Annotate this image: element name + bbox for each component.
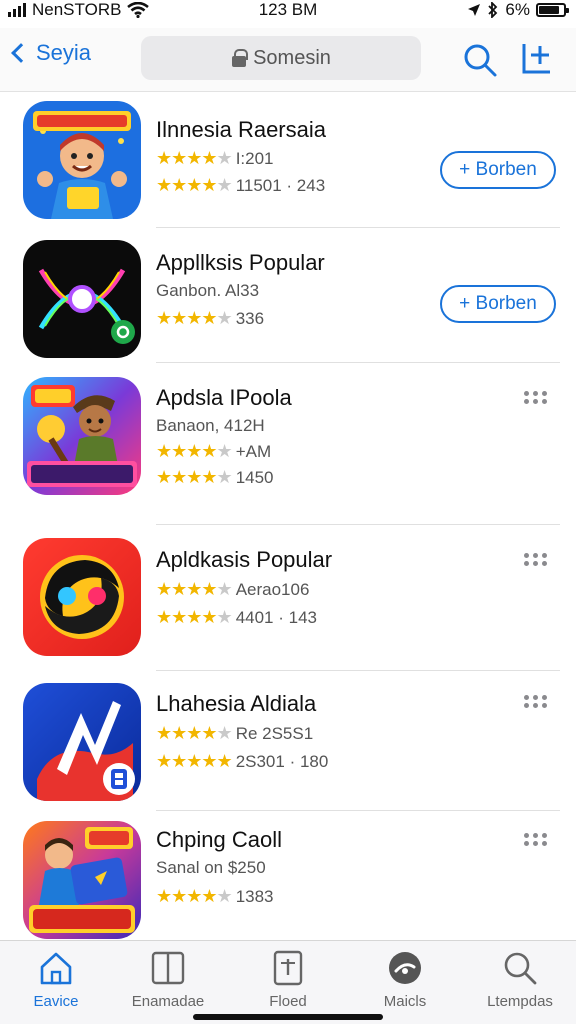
app-title: Apldkasis Popular: [156, 547, 333, 572]
app-meta-text: Banaon, 412H: [156, 416, 265, 435]
app-icon-neon-loop[interactable]: [23, 240, 141, 358]
list-item[interactable]: Ilnnesia Raersaia ★★★★★ I:201 ★★★★★ 1150…: [0, 93, 576, 228]
star-rating: ★★★★★: [156, 886, 233, 906]
list-item[interactable]: Apdsla IPoola Banaon, 412H ★★★★★ +AM ★★★…: [0, 363, 576, 525]
search-icon[interactable]: [462, 42, 498, 78]
tab-eavice[interactable]: Eavice: [6, 949, 106, 1010]
chevron-left-icon: [11, 43, 31, 63]
app-meta-line: Ganbon. Al33: [156, 281, 259, 301]
star-rating: ★★★★★: [156, 723, 233, 743]
star-rating: ★★★★★: [156, 467, 233, 487]
app-meta-line: Sanal on $250: [156, 858, 266, 878]
search-field[interactable]: Somesin: [141, 36, 421, 80]
app-meta-line: ★★★★★ +AM: [156, 441, 271, 462]
home-icon: [40, 952, 72, 985]
more-options-button[interactable]: [524, 833, 556, 849]
tab-label: Maicls: [383, 993, 427, 1010]
list-item[interactable]: Chping Caoll Sanal on $250 ★★★★★ 1383: [0, 811, 576, 941]
navigation-bar: Seyia Somesin: [0, 28, 576, 92]
more-options-button[interactable]: [524, 695, 556, 711]
home-indicator[interactable]: [193, 1014, 383, 1020]
app-meta-line: ★★★★★ Aerao106: [156, 579, 309, 600]
app-rating-line: ★★★★★ 1450: [156, 467, 274, 488]
add-to-list-icon[interactable]: [518, 40, 554, 76]
rating-count: 1450: [235, 467, 274, 487]
rating-count: 4401 · 143: [235, 607, 317, 627]
star-rating: ★★★★★: [156, 148, 233, 168]
app-title: Chping Caoll: [156, 827, 282, 852]
search-placeholder: Somesin: [253, 46, 331, 69]
app-rating-line: ★★★★★ 11501 · 243: [156, 175, 325, 196]
app-rating-line: ★★★★★ 1383: [156, 886, 274, 907]
more-options-button[interactable]: [524, 391, 556, 407]
app-meta-text: Re 2S5S1: [235, 723, 314, 743]
app-meta-text: Sanal on $250: [156, 858, 266, 877]
app-icon-cartoon-boy[interactable]: [23, 101, 141, 219]
app-meta-text: I:201: [235, 148, 274, 168]
app-meta-line: ★★★★★ I:201: [156, 148, 274, 169]
tab-bar: Eavice Enamadae Floed Maicls Ltempdas: [0, 940, 576, 1024]
app-rating-line: ★★★★★ 4401 · 143: [156, 607, 317, 628]
star-rating: ★★★★★: [156, 308, 233, 328]
rating-count: 1383: [235, 886, 274, 906]
back-label: Seyia: [36, 40, 92, 65]
tab-maicls[interactable]: Maicls: [355, 949, 455, 1010]
lock-icon: [231, 49, 249, 67]
list-item[interactable]: Lhahesia Aldiala ★★★★★ Re 2S5S1 ★★★★★ 2S…: [0, 671, 576, 811]
app-meta-line: Banaon, 412H: [156, 416, 265, 436]
get-button[interactable]: + Borben: [440, 285, 556, 323]
app-meta-text: +AM: [235, 441, 272, 461]
star-rating: ★★★★★: [156, 441, 233, 461]
star-rating: ★★★★★: [156, 175, 233, 195]
app-icon-letter-n[interactable]: [23, 683, 141, 801]
tab-enamadae[interactable]: Enamadae: [118, 949, 218, 1010]
list-item[interactable]: Appllksis Popular Ganbon. Al33 ★★★★★ 336…: [0, 228, 576, 363]
more-options-button[interactable]: [524, 553, 556, 569]
app-title: Lhahesia Aldiala: [156, 691, 317, 716]
document-icon: [273, 950, 303, 986]
app-title: Ilnnesia Raersaia: [156, 117, 326, 142]
gauge-icon: [389, 952, 421, 984]
tab-label: Enamadae: [131, 993, 205, 1010]
app-rating-line: ★★★★★ 2S301 · 180: [156, 751, 328, 772]
rating-count: 336: [235, 308, 265, 328]
app-title: Apdsla IPoola: [156, 385, 292, 410]
app-icon-cartoon-card[interactable]: [23, 821, 141, 939]
star-rating: ★★★★★: [156, 607, 233, 627]
book-icon: [151, 951, 185, 985]
app-icon-swirl-logo[interactable]: [23, 538, 141, 656]
status-right: 6%: [467, 0, 569, 20]
search-icon: [504, 952, 537, 985]
app-meta-line: ★★★★★ Re 2S5S1: [156, 723, 313, 744]
app-meta-text: Ganbon. Al33: [156, 281, 260, 300]
rating-count: 2S301 · 180: [235, 751, 329, 771]
status-bar: NenSTORB 123 BM 6%: [0, 0, 576, 22]
app-meta-text: Aerao106: [235, 579, 310, 599]
list-item[interactable]: Apldkasis Popular ★★★★★ Aerao106 ★★★★★ 4…: [0, 525, 576, 671]
back-button[interactable]: Seyia: [8, 40, 91, 66]
star-rating: ★★★★★: [156, 579, 233, 599]
app-title: Appllksis Popular: [156, 250, 325, 275]
bluetooth-icon: [488, 2, 498, 18]
app-rating-line: ★★★★★ 336: [156, 308, 264, 329]
tab-floed[interactable]: Floed: [238, 949, 338, 1010]
battery-icon: [536, 3, 569, 17]
tab-label: Ltempdas: [487, 993, 553, 1010]
get-button[interactable]: + Borben: [440, 151, 556, 189]
app-icon-adventure-hero[interactable]: [23, 377, 141, 495]
location-arrow-icon: [468, 4, 481, 16]
tab-label: Eavice: [33, 993, 79, 1010]
tab-ltempdas[interactable]: Ltempdas: [470, 949, 570, 1010]
star-rating: ★★★★★: [156, 751, 233, 771]
rating-count: 11501 · 243: [235, 175, 326, 195]
tab-label: Floed: [269, 993, 307, 1010]
battery-percent: 6%: [505, 0, 530, 19]
